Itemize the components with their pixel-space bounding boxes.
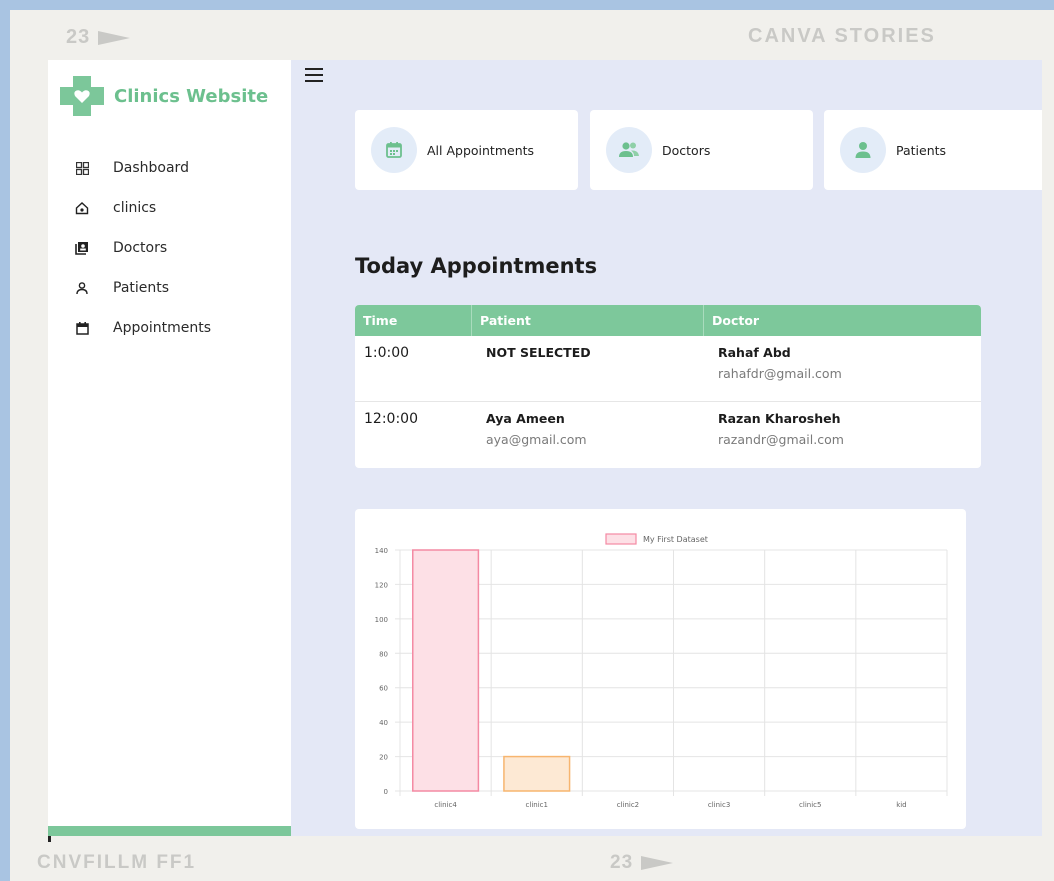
cell-doctor: Razan Kharosheh razandr@gmail.com (704, 402, 981, 468)
hamburger-menu-icon[interactable] (305, 68, 323, 82)
doctor-name: Razan Kharosheh (718, 411, 841, 426)
user-icon (840, 127, 886, 173)
today-appointments-table: Time Patient Doctor 1:0:00 NOT SELECTED … (355, 305, 981, 468)
x-tick-label: clinic2 (617, 801, 639, 809)
y-tick-label: 140 (375, 547, 388, 555)
cell-patient: NOT SELECTED (472, 336, 704, 401)
cell-doctor: Rahaf Abd rahafdr@gmail.com (704, 336, 981, 401)
y-tick-label: 0 (384, 788, 388, 796)
sidebar-item-label: Appointments (113, 320, 212, 336)
doctor-email: rahafdr@gmail.com (718, 366, 842, 381)
frame-brand: CANVA STORIES (748, 25, 936, 47)
calendar-icon (74, 320, 90, 336)
patient-name: Aya Ameen (486, 411, 565, 426)
bar-chart: 0 20 40 60 80 100 120 140 clinic4 clinic1 clinic2 c… (375, 533, 948, 809)
contacts-icon (74, 240, 90, 256)
sidebar-item-label: Patients (113, 280, 170, 296)
card-label: All Appointments (427, 142, 535, 158)
cell-time: 12:0:00 (364, 411, 418, 427)
sidebar-item-label: clinics (113, 200, 157, 216)
sidebar-item-doctors[interactable]: Doctors (74, 228, 211, 268)
card-label: Doctors (662, 142, 711, 158)
y-tick-label: 40 (379, 719, 388, 727)
section-title: Today Appointments (355, 254, 598, 278)
home-icon (74, 200, 90, 216)
y-tick-label: 100 (375, 616, 388, 624)
card-doctors[interactable]: Doctors (590, 110, 813, 190)
frame-number-top: 23 (66, 26, 131, 49)
legend-label: My First Dataset (643, 535, 708, 544)
doctor-name: Rahaf Abd (718, 345, 791, 360)
app-screen: Clinics Website Dashboard clinics Doctor… (48, 60, 1042, 836)
table-row[interactable]: 1:0:00 NOT SELECTED Rahaf Abd rahafdr@gm… (355, 336, 981, 402)
x-tick-label: clinic4 (434, 801, 457, 809)
y-tick-label: 60 (379, 685, 388, 693)
frame-code: CNVFILLM FF1 (37, 852, 197, 873)
y-tick-label: 120 (375, 581, 388, 589)
person-icon (74, 280, 90, 296)
sidebar-item-appointments[interactable]: Appointments (74, 308, 211, 348)
y-tick-label: 80 (379, 650, 388, 658)
sidebar-item-dashboard[interactable]: Dashboard (74, 148, 211, 188)
frame-number-bottom: 23 (610, 852, 674, 874)
patient-email: aya@gmail.com (486, 432, 587, 447)
x-tick-label: clinic5 (799, 801, 821, 809)
dashboard-icon (74, 160, 90, 176)
sidebar-nav: Dashboard clinics Doctors Patients Appoi… (74, 148, 211, 348)
medical-cross-icon (60, 76, 104, 116)
y-tick-label: 20 (379, 754, 388, 762)
clinics-chart-card: 0 20 40 60 80 100 120 140 clinic4 clinic1 clinic2 c… (355, 509, 966, 829)
cell-patient: Aya Ameen aya@gmail.com (472, 402, 704, 468)
users-icon (606, 127, 652, 173)
table-row[interactable]: 12:0:00 Aya Ameen aya@gmail.com Razan Kh… (355, 402, 981, 468)
column-header-patient: Patient (472, 305, 704, 336)
card-label: Patients (896, 142, 947, 158)
sidebar-item-clinics[interactable]: clinics (74, 188, 211, 228)
sidebar-item-label: Doctors (113, 240, 168, 256)
brand-title: Clinics Website (114, 85, 269, 107)
sidebar: Clinics Website Dashboard clinics Doctor… (48, 60, 291, 836)
brand[interactable]: Clinics Website (60, 76, 268, 116)
column-header-time: Time (355, 305, 472, 336)
card-patients[interactable]: Patients (824, 110, 1042, 190)
x-tick-label: clinic1 (526, 801, 548, 809)
legend-swatch (605, 533, 637, 545)
x-tick-label: clinic3 (708, 801, 730, 809)
cell-time: 1:0:00 (364, 345, 410, 361)
bar-clinic4 (412, 549, 480, 792)
sidebar-footer-bar (48, 826, 291, 836)
x-tick-label: kid (896, 801, 906, 809)
calendar-icon (371, 127, 417, 173)
card-all-appointments[interactable]: All Appointments (355, 110, 578, 190)
sidebar-item-label: Dashboard (113, 160, 189, 176)
sidebar-item-patients[interactable]: Patients (74, 268, 211, 308)
table-header: Time Patient Doctor (355, 305, 981, 336)
bar-clinic1 (503, 755, 571, 792)
doctor-email: razandr@gmail.com (718, 432, 844, 447)
patient-name: NOT SELECTED (486, 345, 591, 360)
column-header-doctor: Doctor (712, 313, 760, 328)
